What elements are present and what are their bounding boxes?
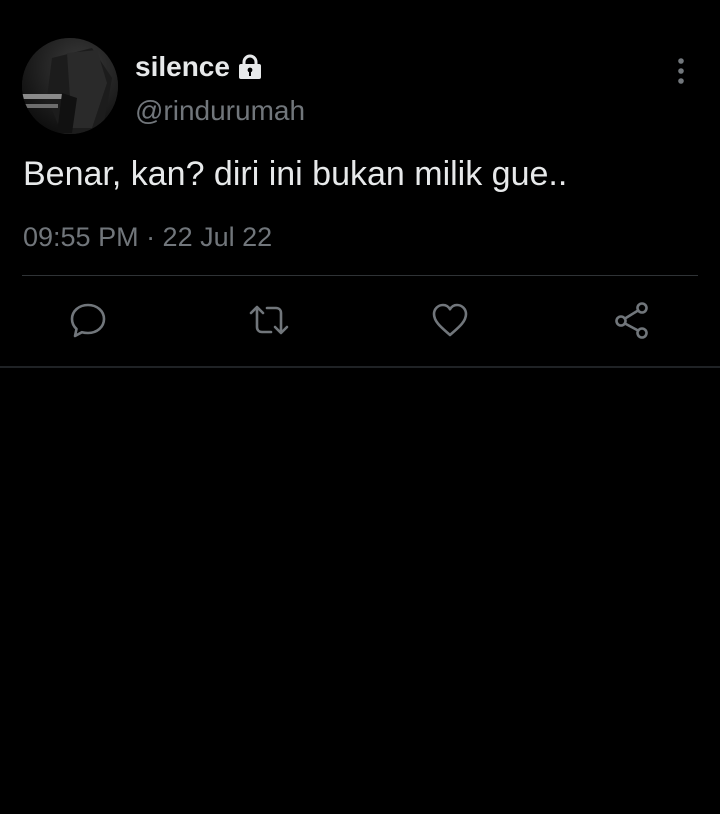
share-button[interactable] [610, 298, 654, 342]
more-vertical-icon [678, 58, 684, 84]
tweet-text: Benar, kan? diri ini bukan milik gue.. [23, 155, 568, 193]
heart-icon [432, 303, 468, 337]
tweet-timestamp: 09:55 PM · 22 Jul 22 [23, 222, 273, 252]
more-options-button[interactable] [664, 52, 698, 90]
divider [0, 366, 720, 368]
retweet-icon [249, 305, 289, 335]
tweet-detail-screen: silence @rindurumah Benar, kan? diri ini… [0, 0, 720, 814]
share-icon [615, 302, 648, 339]
display-name[interactable]: silence [135, 49, 230, 85]
avatar[interactable] [22, 38, 118, 134]
avatar-image [22, 38, 118, 134]
reply-button[interactable] [66, 298, 110, 342]
display-name-row[interactable]: silence [135, 49, 264, 85]
user-handle[interactable]: @rindurumah [135, 94, 305, 128]
like-button[interactable] [428, 298, 472, 342]
divider [22, 275, 698, 276]
reply-icon [70, 303, 106, 338]
retweet-button[interactable] [247, 298, 291, 342]
lock-icon [236, 53, 264, 81]
